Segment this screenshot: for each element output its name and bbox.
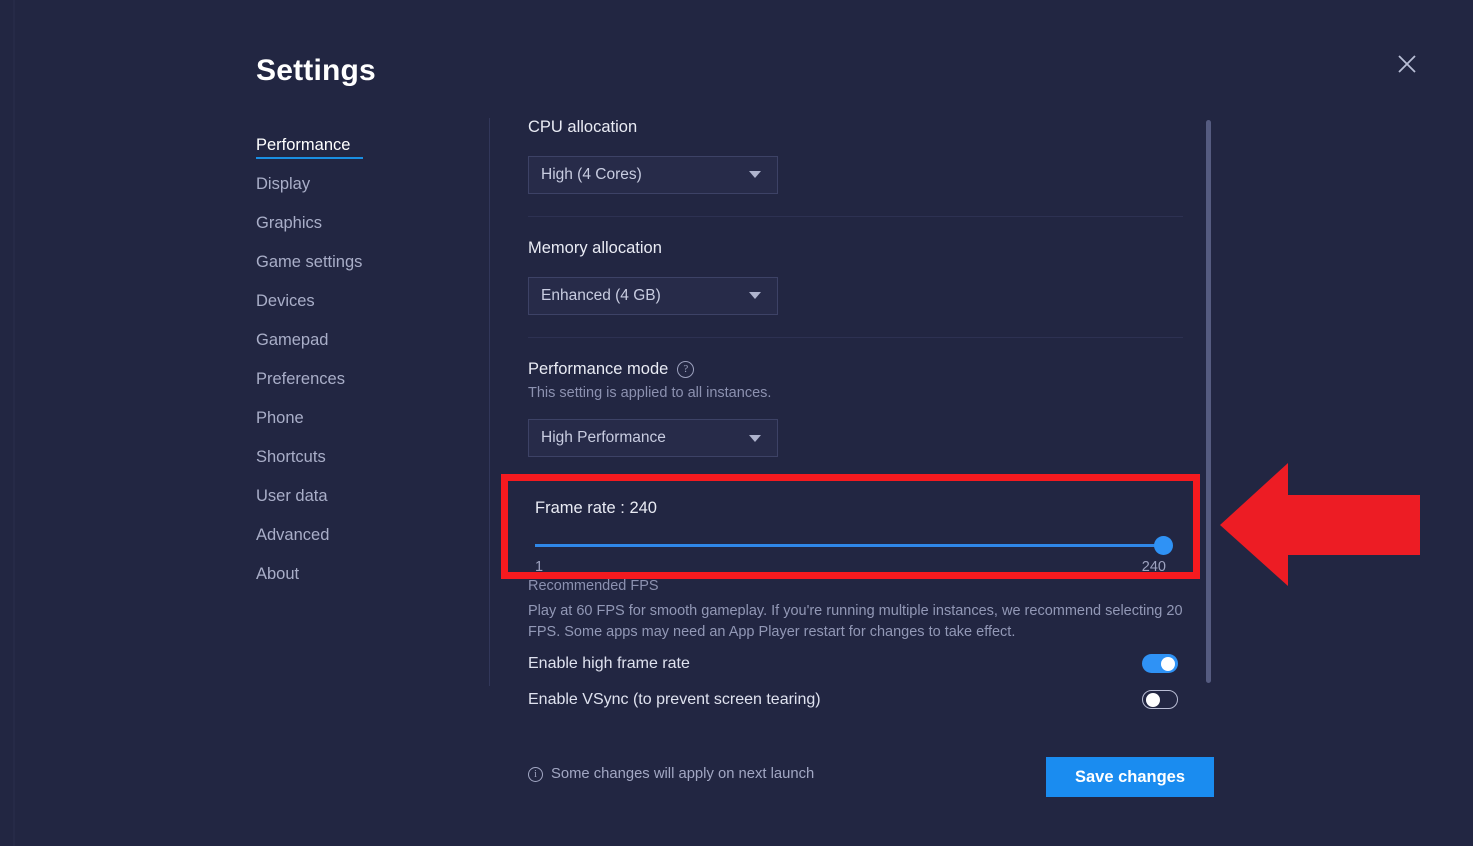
high-frame-rate-row: Enable high frame rate: [528, 654, 1178, 673]
performance-mode-section: Performance mode ? This setting is appli…: [528, 360, 1183, 458]
performance-mode-note: This setting is applied to all instances…: [528, 385, 772, 402]
sidebar-item-label: Graphics: [256, 214, 323, 232]
performance-mode-value: High Performance: [541, 429, 666, 447]
sidebar-item-devices[interactable]: Devices: [256, 282, 471, 321]
vsync-label: Enable VSync (to prevent screen tearing): [528, 690, 821, 708]
memory-allocation-dropdown[interactable]: Enhanced (4 GB): [528, 276, 778, 315]
memory-allocation-value: Enhanced (4 GB): [541, 286, 661, 304]
section-divider: [528, 336, 1183, 338]
settings-content: CPU allocation High (4 Cores) Memory all…: [528, 118, 1183, 458]
memory-allocation-section: Memory allocation Enhanced (4 GB): [528, 239, 1183, 315]
info-icon: i: [528, 766, 543, 782]
sidebar-divider: [489, 118, 490, 686]
frame-rate-slider-track[interactable]: [535, 544, 1166, 547]
vsync-row: Enable VSync (to prevent screen tearing): [528, 690, 1178, 709]
chevron-down-icon: [749, 434, 761, 442]
recommended-fps-heading: Recommended FPS: [528, 578, 659, 594]
recommended-fps-block: Recommended FPS Play at 60 FPS for smoot…: [528, 578, 1188, 644]
chevron-down-icon: [749, 171, 761, 179]
sidebar-item-about[interactable]: About: [256, 555, 471, 594]
frame-rate-slider[interactable]: [535, 536, 1173, 555]
sidebar-item-label: Devices: [256, 292, 315, 310]
frame-rate-max-label: 240: [1141, 559, 1166, 575]
settings-window: Settings Performance Display Graphics Ga…: [0, 0, 1473, 846]
sidebar-item-label: User data: [256, 487, 328, 505]
vsync-toggle[interactable]: [1142, 690, 1178, 709]
sidebar-item-shortcuts[interactable]: Shortcuts: [256, 438, 471, 477]
question-mark-icon[interactable]: ?: [677, 360, 695, 378]
chevron-down-icon: [749, 292, 761, 300]
sidebar-item-phone[interactable]: Phone: [256, 399, 471, 438]
sidebar-item-display[interactable]: Display: [256, 165, 471, 204]
left-arrow-annotation: [1220, 462, 1420, 587]
sidebar-item-label: Game settings: [256, 253, 363, 271]
frame-rate-min-label: 1: [535, 559, 544, 575]
page-title: Settings: [256, 54, 376, 87]
toggle-knob: [1161, 656, 1175, 671]
high-frame-rate-toggle[interactable]: [1142, 654, 1178, 673]
sidebar-item-label: Shortcuts: [256, 448, 326, 466]
toggle-knob: [1145, 692, 1160, 707]
next-launch-note: i Some changes will apply on next launch: [528, 766, 814, 782]
save-changes-button[interactable]: Save changes: [1046, 757, 1214, 797]
sidebar-item-user-data[interactable]: User data: [256, 477, 471, 516]
cpu-allocation-label: CPU allocation: [528, 118, 638, 136]
frame-rate-title: Frame rate : 240: [535, 499, 657, 517]
cpu-allocation-value: High (4 Cores): [541, 165, 642, 183]
performance-mode-label: Performance mode: [528, 359, 669, 378]
sidebar-item-game-settings[interactable]: Game settings: [256, 243, 471, 282]
cpu-allocation-dropdown[interactable]: High (4 Cores): [528, 155, 778, 194]
sidebar-item-label: About: [256, 565, 300, 583]
performance-mode-label-row: Performance mode ?: [528, 360, 1183, 380]
high-frame-rate-label: Enable high frame rate: [528, 654, 690, 672]
sidebar-item-label: Display: [256, 175, 311, 193]
cpu-allocation-section: CPU allocation High (4 Cores): [528, 118, 1183, 194]
content-scrollbar[interactable]: [1206, 120, 1211, 683]
frame-rate-section: Frame rate : 240 1 240: [508, 481, 1193, 575]
recommended-fps-body: Play at 60 FPS for smooth gameplay. If y…: [528, 603, 1183, 641]
sidebar-item-gamepad[interactable]: Gamepad: [256, 321, 471, 360]
sidebar-item-graphics[interactable]: Graphics: [256, 204, 471, 243]
sidebar-item-performance[interactable]: Performance: [256, 126, 471, 165]
next-launch-note-text: Some changes will apply on next launch: [551, 766, 815, 782]
window-left-edge: [13, 0, 15, 846]
sidebar-item-label: Gamepad: [256, 331, 329, 349]
frame-rate-highlight-box: Frame rate : 240 1 240: [501, 474, 1200, 579]
sidebar-item-label: Advanced: [256, 526, 330, 544]
section-divider: [528, 215, 1183, 217]
close-icon[interactable]: [1391, 48, 1423, 80]
sidebar-item-label: Performance: [256, 136, 351, 154]
sidebar-item-label: Phone: [256, 409, 304, 427]
performance-mode-dropdown[interactable]: High Performance: [528, 419, 778, 458]
sidebar-item-advanced[interactable]: Advanced: [256, 516, 471, 555]
settings-sidebar: Performance Display Graphics Game settin…: [256, 126, 471, 594]
frame-rate-slider-thumb[interactable]: [1154, 536, 1173, 555]
frame-rate-slider-range: 1 240: [535, 559, 1166, 575]
sidebar-item-preferences[interactable]: Preferences: [256, 360, 471, 399]
memory-allocation-label: Memory allocation: [528, 238, 662, 257]
sidebar-item-label: Preferences: [256, 370, 345, 388]
